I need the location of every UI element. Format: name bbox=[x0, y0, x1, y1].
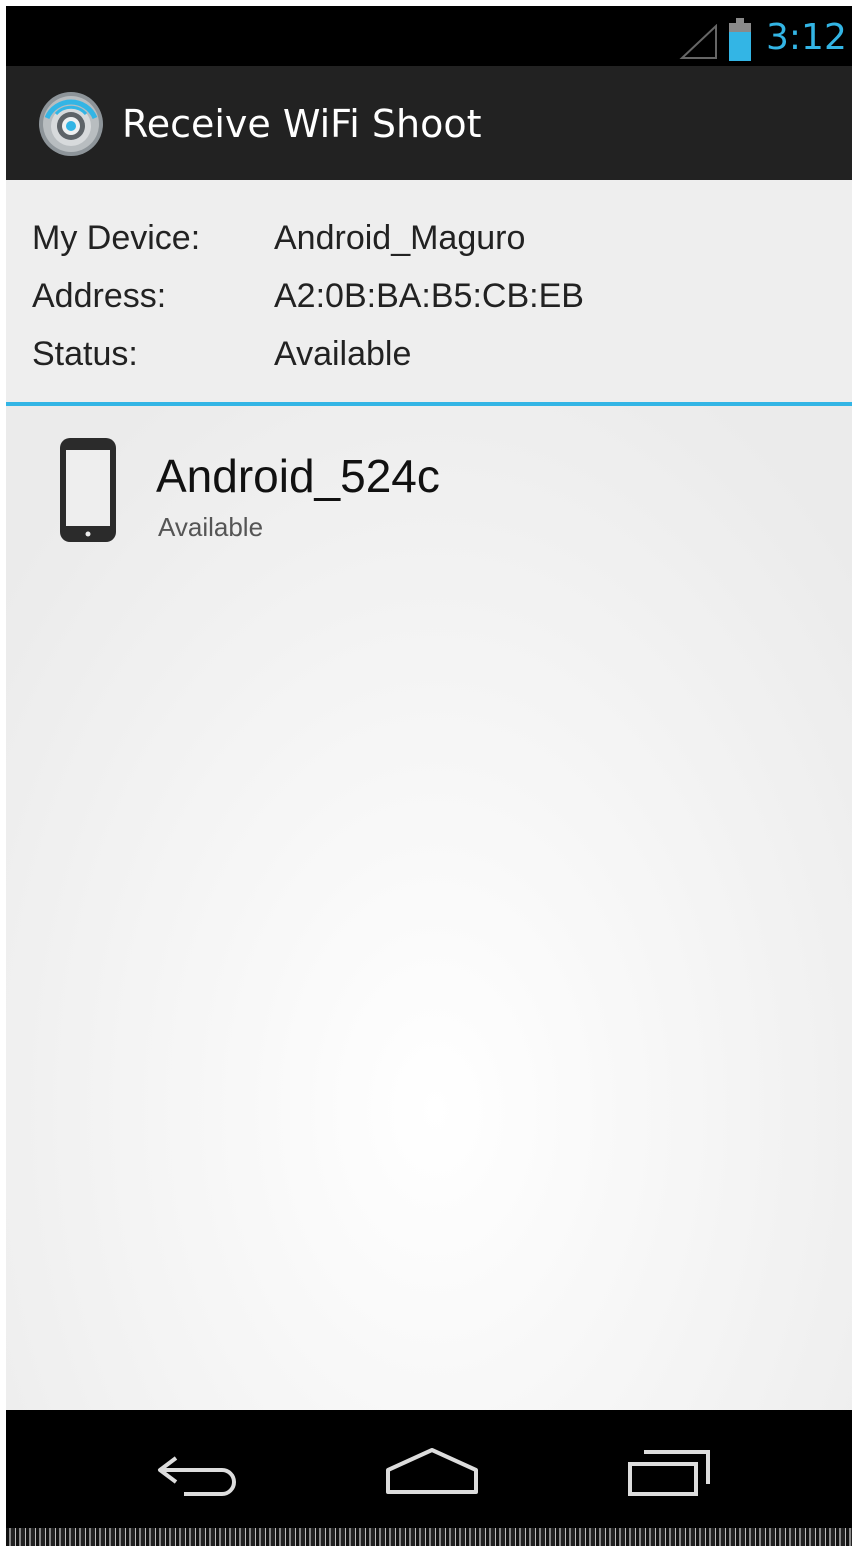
section-divider bbox=[6, 402, 852, 406]
device-name-label: My Device: bbox=[32, 219, 201, 257]
device-info-panel: My Device: Android_Maguro Address: A2:0B:B… bbox=[6, 180, 852, 402]
device-address-label: Address: bbox=[32, 277, 167, 315]
device-name-row: My Device: Android_Maguro bbox=[32, 210, 525, 266]
battery-icon bbox=[728, 18, 752, 62]
back-icon[interactable] bbox=[136, 1430, 256, 1510]
device-status-row: Status: Available bbox=[32, 326, 411, 382]
signal-triangle-icon bbox=[678, 23, 718, 60]
navigation-bar bbox=[6, 1410, 852, 1528]
peer-name: Android_524c bbox=[156, 450, 440, 502]
wifi-radar-app-icon[interactable] bbox=[36, 88, 106, 158]
action-bar: Receive WiFi Shoot bbox=[6, 66, 852, 180]
content-area: My Device: Android_Maguro Address: A2:0B:B… bbox=[6, 180, 852, 1410]
phone-screen: 3:12 Receive WiFi Shoot My Device: Androi… bbox=[6, 6, 852, 1528]
device-name-value: Android_Maguro bbox=[274, 219, 526, 257]
peer-status: Available bbox=[158, 512, 264, 542]
device-address-value: A2:0B:BA:B5:CB:EB bbox=[274, 277, 584, 315]
device-status-label: Status: bbox=[32, 335, 138, 373]
device-address-row: Address: A2:0B:BA:B5:CB:EB bbox=[32, 268, 584, 324]
screenshot-edge-artifact bbox=[6, 1528, 852, 1546]
recents-icon[interactable] bbox=[606, 1430, 726, 1510]
phone-icon bbox=[58, 436, 118, 544]
app-title: Receive WiFi Shoot bbox=[122, 102, 482, 146]
status-clock: 3:12 bbox=[766, 17, 847, 58]
device-status-value: Available bbox=[274, 335, 412, 373]
peer-list-item[interactable]: Android_524c Available bbox=[6, 412, 852, 562]
home-icon[interactable] bbox=[372, 1430, 492, 1510]
status-bar: 3:12 bbox=[6, 6, 852, 66]
